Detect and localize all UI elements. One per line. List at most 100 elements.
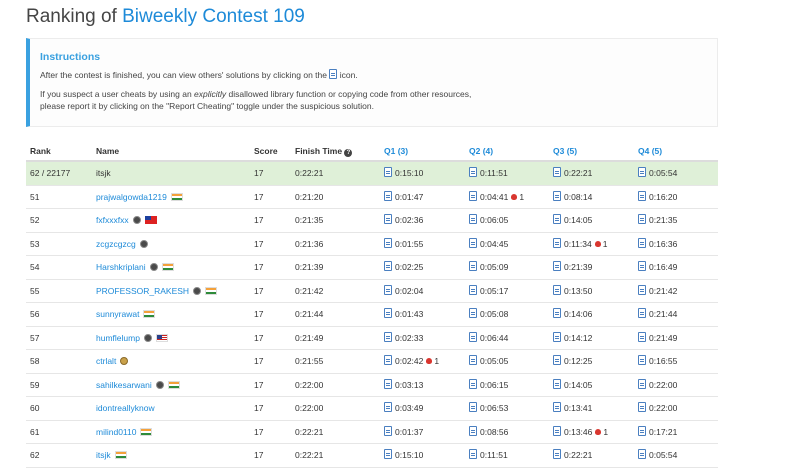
q4-cell[interactable]: 0:05:54 — [638, 162, 677, 185]
header-q2[interactable]: Q2 (4) — [469, 146, 493, 156]
solution-file-icon[interactable] — [384, 355, 392, 365]
q2-cell[interactable]: 0:08:56 — [469, 421, 508, 444]
q3-cell[interactable]: 0:13:50 — [553, 280, 592, 303]
q1-cell[interactable]: 0:02:36 — [384, 209, 423, 232]
solution-file-icon[interactable] — [384, 237, 392, 248]
q4-cell[interactable]: 0:21:35 — [638, 209, 677, 232]
q4-cell[interactable]: 0:21:42 — [638, 280, 677, 303]
q3-cell[interactable]: 0:13:46 1 — [553, 421, 608, 444]
q3-cell[interactable]: 0:14:06 — [553, 303, 592, 326]
header-q1[interactable]: Q1 (3) — [384, 146, 408, 156]
solution-file-icon[interactable] — [469, 449, 477, 459]
solution-file-icon[interactable] — [384, 167, 392, 177]
q2-cell[interactable]: 0:06:05 — [469, 209, 508, 232]
solution-file-icon[interactable] — [469, 378, 477, 389]
solution-file-icon[interactable] — [469, 214, 477, 224]
q4-cell[interactable]: 0:21:44 — [638, 303, 677, 326]
solution-file-icon[interactable] — [638, 237, 646, 248]
solution-file-icon[interactable] — [469, 402, 477, 412]
user-name-link[interactable]: zcgzcgzcg — [96, 239, 136, 249]
user-name-link[interactable]: prajwalgowda1219 — [96, 192, 167, 202]
q1-cell[interactable]: 0:03:13 — [384, 374, 423, 397]
q3-cell[interactable]: 0:21:39 — [553, 256, 592, 279]
user-name-link[interactable]: humflelump — [96, 333, 140, 343]
solution-file-icon[interactable] — [469, 308, 477, 318]
solution-file-icon[interactable] — [553, 284, 561, 295]
user-name-link[interactable]: ctrlalt — [96, 356, 116, 366]
solution-file-icon[interactable] — [638, 167, 646, 177]
solution-file-icon[interactable] — [384, 284, 392, 295]
user-name-link[interactable]: itsjk — [96, 450, 111, 460]
q3-cell[interactable]: 0:14:05 — [553, 209, 592, 232]
q1-cell[interactable]: 0:01:55 — [384, 233, 423, 256]
q1-cell[interactable]: 0:03:49 — [384, 397, 423, 420]
solution-file-icon[interactable] — [469, 167, 477, 177]
q3-cell[interactable]: 0:22:21 — [553, 444, 592, 467]
q2-cell[interactable]: 0:06:44 — [469, 327, 508, 350]
solution-file-icon[interactable] — [638, 284, 646, 295]
solution-file-icon[interactable] — [384, 261, 392, 271]
q4-cell[interactable]: 0:05:54 — [638, 444, 677, 467]
user-name-link[interactable]: fxfxxxfxx — [96, 215, 129, 225]
q4-cell[interactable]: 0:17:21 — [638, 421, 677, 444]
q1-cell[interactable]: 0:01:37 — [384, 421, 423, 444]
user-name-link[interactable]: idontreallyknow — [96, 403, 155, 413]
header-q4[interactable]: Q4 (5) — [638, 146, 662, 156]
solution-file-icon[interactable] — [638, 425, 646, 436]
q1-cell[interactable]: 0:02:04 — [384, 280, 423, 303]
solution-file-icon[interactable] — [638, 402, 646, 412]
q4-cell[interactable]: 0:22:00 — [638, 374, 677, 397]
solution-file-icon[interactable] — [638, 214, 646, 224]
q2-cell[interactable]: 0:05:08 — [469, 303, 508, 326]
solution-file-icon[interactable] — [384, 402, 392, 412]
q1-cell[interactable]: 0:02:25 — [384, 256, 423, 279]
q2-cell[interactable]: 0:05:05 — [469, 350, 508, 373]
solution-file-icon[interactable] — [553, 331, 561, 342]
q3-cell[interactable]: 0:22:21 — [553, 162, 592, 185]
solution-file-icon[interactable] — [384, 378, 392, 389]
q4-cell[interactable]: 0:16:36 — [638, 233, 677, 256]
q2-cell[interactable]: 0:04:41 1 — [469, 186, 524, 209]
solution-file-icon[interactable] — [553, 214, 561, 224]
solution-file-icon[interactable] — [553, 261, 561, 271]
q3-cell[interactable]: 0:12:25 — [553, 350, 592, 373]
user-name-link[interactable]: Harshkriplani — [96, 262, 146, 272]
q2-cell[interactable]: 0:06:53 — [469, 397, 508, 420]
user-name-link[interactable]: sunnyrawat — [96, 309, 139, 319]
solution-file-icon[interactable] — [384, 331, 392, 342]
solution-file-icon[interactable] — [384, 449, 392, 459]
user-name-link[interactable]: itsjk — [96, 168, 111, 178]
solution-file-icon[interactable] — [553, 449, 561, 459]
solution-file-icon[interactable] — [384, 425, 392, 436]
q1-cell[interactable]: 0:15:10 — [384, 444, 423, 467]
solution-file-icon[interactable] — [469, 331, 477, 342]
q1-cell[interactable]: 0:15:10 — [384, 162, 423, 185]
q1-cell[interactable]: 0:02:42 1 — [384, 350, 439, 373]
user-name-link[interactable]: sahilkesarwani — [96, 380, 152, 390]
solution-file-icon[interactable] — [638, 355, 646, 365]
q2-cell[interactable]: 0:04:45 — [469, 233, 508, 256]
q2-cell[interactable]: 0:05:17 — [469, 280, 508, 303]
solution-file-icon[interactable] — [553, 378, 561, 389]
solution-file-icon[interactable] — [638, 190, 646, 201]
solution-file-icon[interactable] — [638, 378, 646, 389]
q2-cell[interactable]: 0:05:09 — [469, 256, 508, 279]
solution-file-icon[interactable] — [384, 190, 392, 201]
solution-file-icon[interactable] — [638, 308, 646, 318]
solution-file-icon[interactable] — [553, 237, 561, 248]
q4-cell[interactable]: 0:16:55 — [638, 350, 677, 373]
solution-file-icon[interactable] — [469, 355, 477, 365]
solution-file-icon[interactable] — [384, 308, 392, 318]
solution-file-icon[interactable] — [469, 284, 477, 295]
solution-file-icon[interactable] — [469, 190, 477, 201]
solution-file-icon[interactable] — [553, 355, 561, 365]
solution-file-icon[interactable] — [553, 167, 561, 177]
solution-file-icon[interactable] — [553, 425, 561, 436]
q1-cell[interactable]: 0:02:33 — [384, 327, 423, 350]
solution-file-icon[interactable] — [553, 190, 561, 201]
user-name-link[interactable]: PROFESSOR_RAKESH — [96, 286, 189, 296]
q4-cell[interactable]: 0:16:49 — [638, 256, 677, 279]
solution-file-icon[interactable] — [638, 261, 646, 271]
q3-cell[interactable]: 0:14:05 — [553, 374, 592, 397]
q3-cell[interactable]: 0:13:41 — [553, 397, 592, 420]
